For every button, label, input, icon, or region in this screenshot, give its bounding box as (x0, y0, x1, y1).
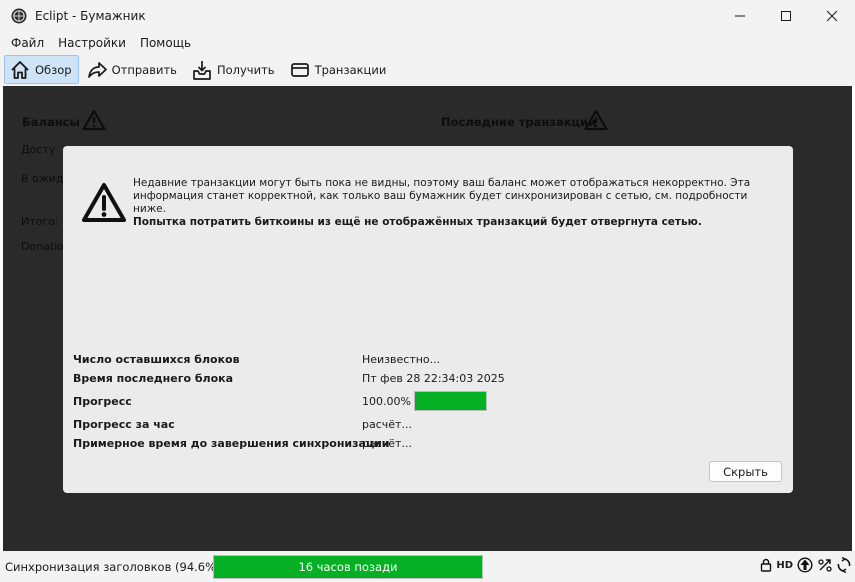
blocks-left-value: Неизвестно... (362, 353, 441, 366)
tab-receive-label: Получить (216, 62, 275, 77)
menu-bar: Файл Настройки Помощь (0, 32, 855, 53)
connections-icon[interactable] (817, 557, 833, 573)
title-bar: Eclipt - Бумажник (0, 0, 855, 32)
tab-transactions[interactable]: Транзакции (284, 55, 394, 84)
sync-overlay: Недавние транзакции могут быть пока не в… (63, 146, 793, 493)
minimize-icon (735, 15, 745, 17)
sync-status-text: Синхронизация заголовков (94.6%)... (5, 559, 232, 574)
warning-icon (82, 109, 106, 131)
sync-warning-strong: Попытка потратить биткоины из ещё не ото… (133, 216, 702, 228)
progress-per-hour-label: Прогресс за час (73, 418, 175, 431)
receive-inbox-icon (193, 60, 211, 80)
sync-warning-text: Недавние транзакции могут быть пока не в… (133, 177, 773, 229)
send-arrow-icon (87, 61, 107, 78)
close-icon (826, 10, 838, 22)
close-button[interactable] (809, 0, 855, 32)
status-icons: HD (756, 557, 851, 573)
hide-button[interactable]: Скрыть (709, 461, 782, 482)
hd-wallet-label[interactable]: HD (776, 560, 793, 571)
toolbar: Обзор Отправить Получить Транзакции (0, 53, 855, 86)
menu-help[interactable]: Помощь (133, 36, 198, 50)
balances-title: Балансы (22, 115, 80, 129)
warning-icon (82, 183, 126, 222)
last-block-label: Время последнего блока (73, 372, 234, 385)
card-icon (290, 62, 309, 77)
sync-message: Недавние транзакции могут быть пока не в… (133, 177, 751, 215)
window-title: Eclipt - Бумажник (35, 9, 146, 23)
recent-transactions-title: Последние транзакции (441, 115, 597, 129)
syncing-icon[interactable] (837, 557, 851, 573)
tab-overview-label: Обзор (35, 62, 72, 77)
sync-progress-bar (414, 391, 487, 411)
progress-per-hour-value: расчёт... (362, 418, 412, 431)
sync-progress-fill (415, 392, 486, 410)
status-bar: Синхронизация заголовков (94.6%)... 16 ч… (0, 551, 855, 582)
header-sync-progress-fill: 16 часов позади (214, 556, 482, 578)
maximize-icon (781, 11, 791, 21)
warning-icon (584, 109, 608, 131)
menu-settings[interactable]: Настройки (51, 36, 133, 50)
tab-transactions-label: Транзакции (314, 62, 387, 77)
lock-icon[interactable] (760, 558, 772, 572)
tab-overview[interactable]: Обзор (4, 55, 79, 84)
total-label: Итого: (21, 215, 59, 228)
minimize-button[interactable] (717, 0, 763, 32)
last-block-value: Пт фев 28 22:34:03 2025 (362, 372, 505, 385)
time-behind-text: 16 часов позади (298, 560, 398, 574)
tab-send-label: Отправить (111, 62, 177, 77)
maximize-button[interactable] (763, 0, 809, 32)
network-active-icon[interactable] (797, 557, 813, 573)
app-logo-icon (11, 8, 27, 24)
header-sync-progress-bar: 16 часов позади (213, 555, 483, 579)
menu-file[interactable]: Файл (4, 36, 51, 50)
available-label: Досту (21, 143, 56, 156)
progress-value: 100.00% (362, 395, 411, 408)
eta-value: расчёт... (362, 437, 412, 450)
tab-receive[interactable]: Получить (186, 55, 282, 84)
eta-label: Примерное время до завершения синхрониза… (73, 437, 390, 450)
progress-label: Прогресс (73, 395, 132, 408)
blocks-left-label: Число оставшихся блоков (73, 353, 240, 366)
tab-send[interactable]: Отправить (81, 55, 184, 84)
home-icon (11, 60, 29, 79)
